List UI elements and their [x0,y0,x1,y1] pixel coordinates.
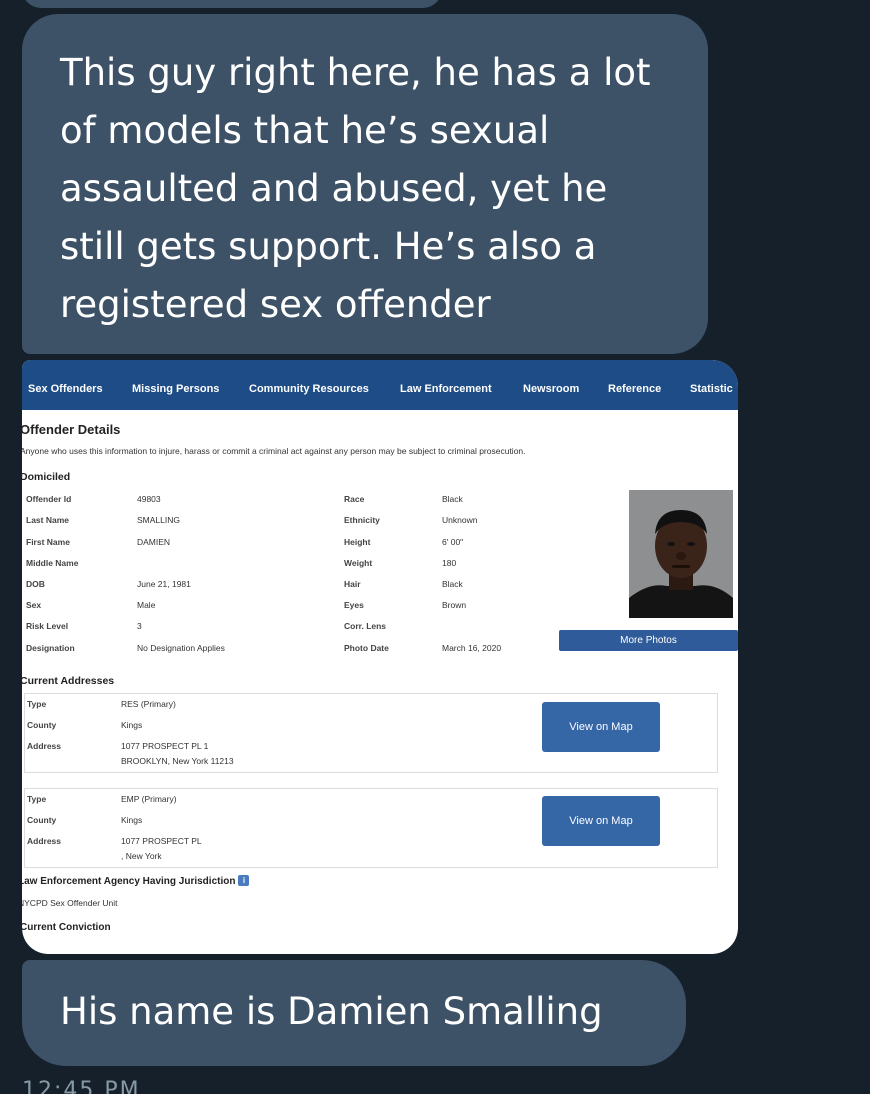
field-value: Black [442,494,463,504]
message-text: His name is Damien Smalling [60,990,603,1033]
nav-statistics: Statistic [690,383,733,395]
address-line-1: 1077 PROSPECT PL 1 [121,741,209,751]
current-conviction-heading: Current Conviction [22,922,111,933]
domiciled-heading: Domiciled [22,471,71,483]
field-label: Risk Level [26,621,69,631]
field-label: Last Name [26,515,69,525]
nav-newsroom: Newsroom [523,383,580,395]
field-value: DAMIEN [137,537,171,547]
field-label: Ethnicity [344,515,380,525]
attached-screenshot[interactable]: Sex Offenders Missing Persons Community … [22,360,738,954]
nav-reference: Reference [608,383,662,395]
field-label: Offender Id [26,494,72,504]
page-title: Offender Details [22,422,121,437]
field-value: Kings [121,720,143,730]
jurisdiction-label: Law Enforcement Agency Having Jurisdicti… [22,876,236,888]
message-text: This guy right here, he has a lot of mod… [60,51,651,326]
info-icon[interactable] [238,875,250,886]
current-addresses-heading: Current Addresses [22,675,115,687]
field-label: Address [27,836,62,846]
field-label: DOB [26,579,45,589]
field-label: Corr. Lens [344,621,387,631]
site-navbar: Sex Offenders Missing Persons Community … [22,360,738,410]
offender-photo[interactable] [629,490,733,618]
field-label: Height [344,537,371,547]
jurisdiction-value: NYCPD Sex Offender Unit [22,898,118,908]
nav-missing-persons: Missing Persons [132,383,220,395]
field-label: Middle Name [26,558,79,568]
address-line-2: , New York [121,851,162,861]
view-on-map-button[interactable]: View on Map [542,796,660,846]
field-value: 3 [137,621,142,631]
field-label: County [27,720,57,730]
message-bubble-image[interactable]: Sex Offenders Missing Persons Community … [22,360,738,954]
field-value: Unknown [442,515,478,525]
nav-law-enforcement: Law Enforcement [400,383,492,395]
nav-sex-offenders: Sex Offenders [28,383,103,395]
field-value: Black [442,579,463,589]
more-photos-button[interactable]: More Photos [559,630,738,651]
field-value: 6' 00" [442,537,464,547]
address-card: Type RES (Primary) County Kings Address … [24,693,718,773]
field-label: Type [27,794,47,804]
mugshot-image [629,490,733,618]
field-value: June 21, 1981 [137,579,191,589]
field-value: Brown [442,600,467,610]
previous-message-bubble [22,0,442,8]
field-value: 180 [442,558,457,568]
nav-community-resources: Community Resources [249,383,369,395]
address-card: Type EMP (Primary) County Kings Address … [24,788,718,868]
field-label: Photo Date [344,643,389,653]
field-label: Weight [344,558,373,568]
message-bubble-first[interactable]: This guy right here, he has a lot of mod… [22,14,708,354]
field-label: First Name [26,537,70,547]
field-value: No Designation Applies [137,643,225,653]
field-value: SMALLING [137,515,180,525]
field-label: Eyes [344,600,364,610]
jurisdiction-heading: Law Enforcement Agency Having Jurisdicti… [22,875,250,888]
message-timestamp: 12:45 PM [22,1078,141,1094]
view-on-map-button[interactable]: View on Map [542,702,660,752]
field-label: County [27,815,57,825]
field-value: Male [137,600,156,610]
address-line-1: 1077 PROSPECT PL [121,836,202,846]
field-label: Type [27,699,47,709]
field-value: Kings [121,815,143,825]
field-label: Hair [344,579,361,589]
field-value: RES (Primary) [121,699,176,709]
field-value: 49803 [137,494,161,504]
field-label: Sex [26,600,42,610]
message-bubble-second[interactable]: His name is Damien Smalling [22,960,686,1066]
field-label: Designation [26,643,75,653]
warning-text: Anyone who uses this information to inju… [22,446,526,456]
address-line-2: BROOKLYN, New York 11213 [121,756,234,766]
field-value: March 16, 2020 [442,643,502,653]
field-label: Address [27,741,62,751]
field-label: Race [344,494,365,504]
field-value: EMP (Primary) [121,794,177,804]
